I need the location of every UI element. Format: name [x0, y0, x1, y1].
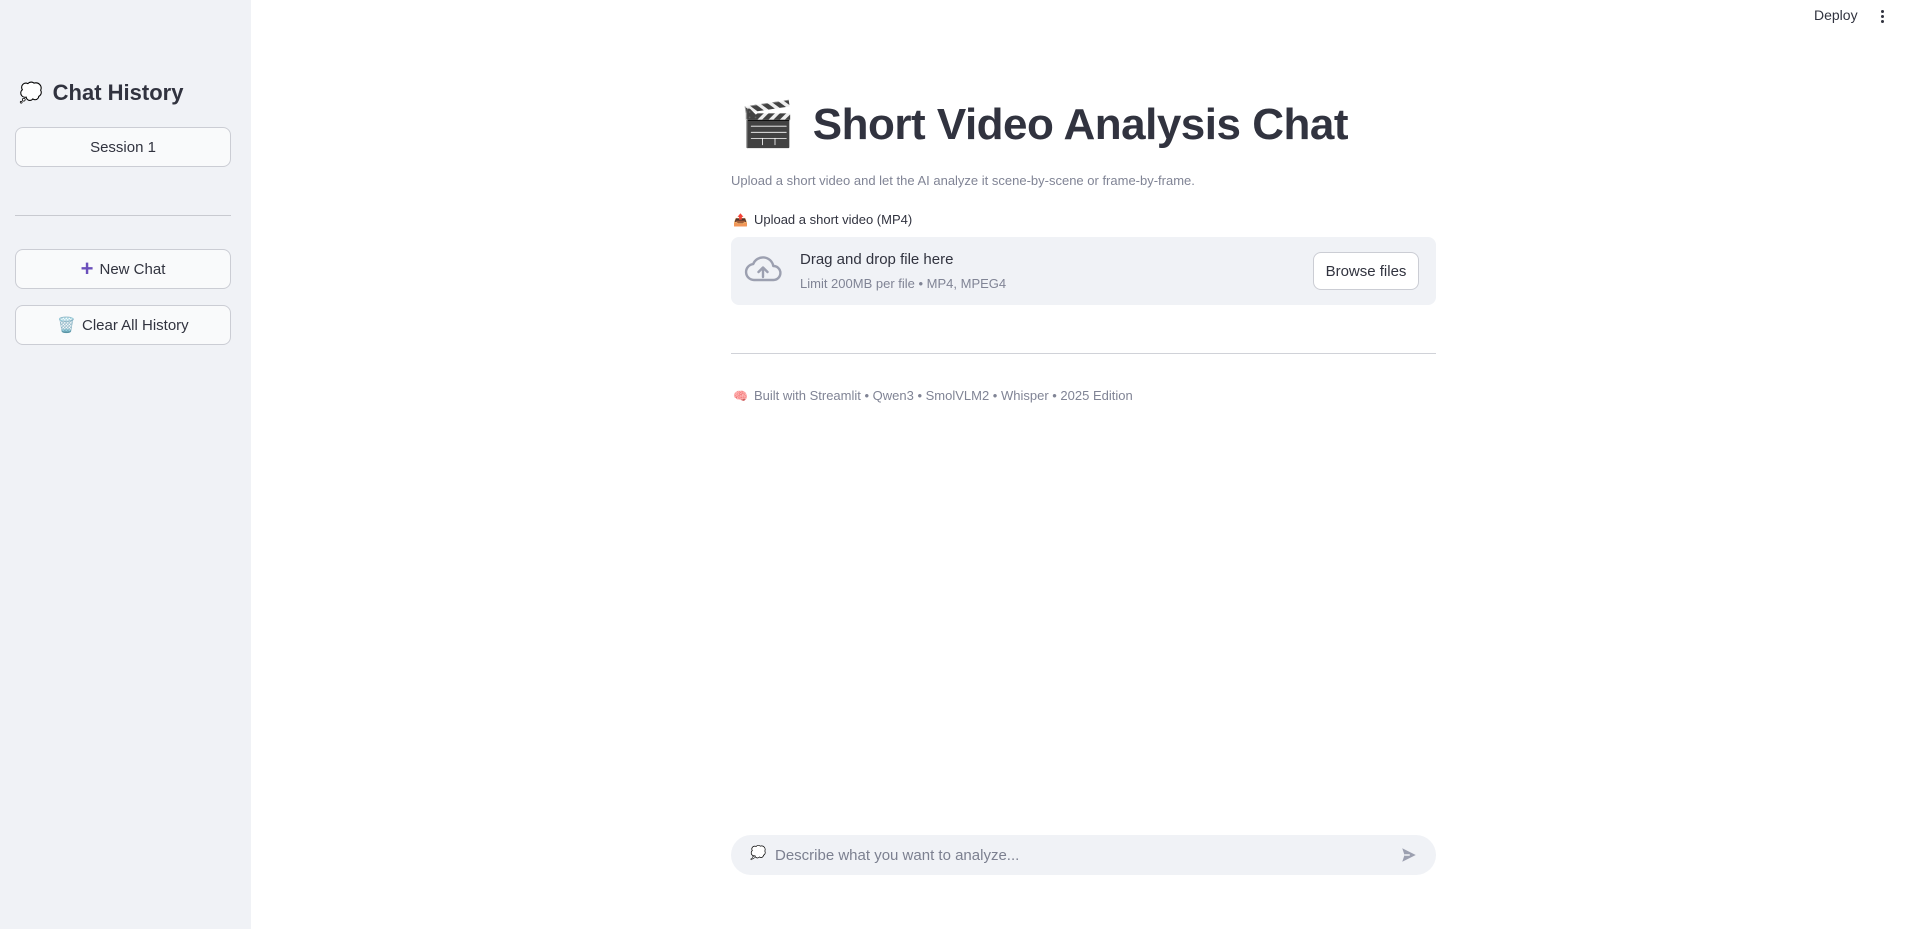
- brain-icon: 🧠: [733, 388, 748, 403]
- chat-input-container: 💭: [731, 835, 1436, 875]
- session-label: Session 1: [90, 138, 156, 156]
- thought-bubble-icon: 💭: [19, 83, 43, 104]
- clapper-icon: 🎬: [740, 100, 795, 149]
- thought-bubble-icon: 💭: [750, 845, 767, 860]
- file-dropzone[interactable]: Drag and drop file here Limit 200MB per …: [731, 237, 1436, 305]
- page-title-text: Short Video Analysis Chat: [812, 100, 1349, 149]
- footer-note-text: Built with Streamlit • Qwen3 • SmolVLM2 …: [753, 388, 1133, 403]
- main-divider: [731, 353, 1436, 354]
- dropzone-limits: Limit 200MB per file • MP4, MPEG4: [800, 276, 1007, 291]
- browse-files-button[interactable]: Browse files: [1313, 252, 1419, 290]
- footer-note: 🧠 Built with Streamlit • Qwen3 • SmolVLM…: [733, 388, 1133, 403]
- session-1-button[interactable]: Session 1: [15, 127, 231, 167]
- outbox-icon: 📤: [733, 212, 748, 227]
- sidebar: 💭 Chat History Session 1 + New Chat 🗑️ C…: [0, 0, 251, 929]
- new-chat-button[interactable]: + New Chat: [15, 249, 231, 289]
- kebab-menu-icon[interactable]: [1876, 6, 1888, 26]
- sidebar-title: 💭 Chat History: [19, 80, 183, 106]
- page-subtitle: Upload a short video and let the AI anal…: [731, 173, 1195, 188]
- new-chat-label: New Chat: [99, 260, 166, 278]
- upload-label-text: Upload a short video (MP4): [753, 212, 913, 227]
- dropzone-title: Drag and drop file here: [800, 251, 954, 268]
- chat-input[interactable]: [773, 835, 1373, 875]
- send-icon[interactable]: [1400, 846, 1418, 864]
- upload-label: 📤 Upload a short video (MP4): [733, 212, 912, 227]
- plus-icon: +: [80, 256, 94, 281]
- sidebar-title-text: Chat History: [52, 80, 184, 105]
- sidebar-divider: [15, 215, 231, 216]
- trash-icon: 🗑️: [57, 317, 76, 334]
- page-title: 🎬 Short Video Analysis Chat: [740, 100, 1348, 150]
- deploy-button[interactable]: Deploy: [1814, 7, 1858, 23]
- clear-all-history-button[interactable]: 🗑️ Clear All History: [15, 305, 231, 345]
- cloud-upload-icon: [744, 256, 782, 282]
- clear-history-label: Clear All History: [81, 316, 189, 334]
